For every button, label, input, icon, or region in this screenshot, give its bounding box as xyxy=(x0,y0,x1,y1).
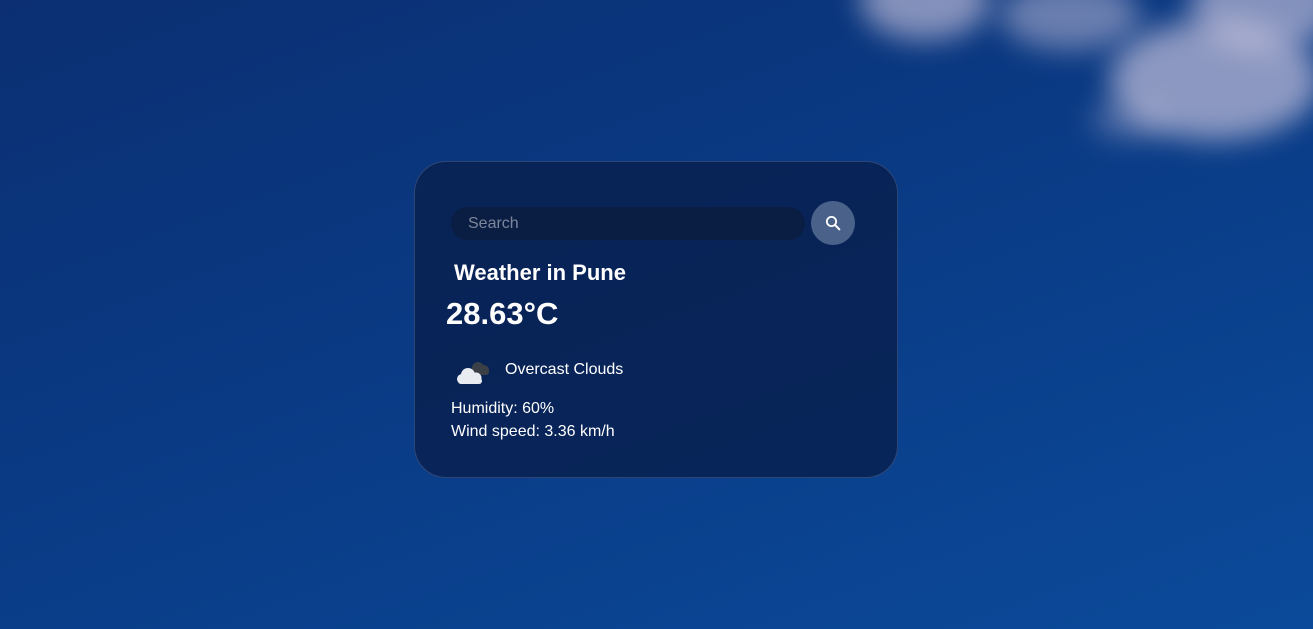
search-bar xyxy=(451,201,857,246)
sky-cloud xyxy=(860,0,990,40)
search-input[interactable] xyxy=(451,207,805,240)
weather-card: Weather in Pune 28.63°C Overcast Clouds … xyxy=(414,161,898,478)
city-title: Weather in Pune xyxy=(454,260,626,285)
humidity-text: Humidity: 60% xyxy=(451,400,555,417)
sky-cloud xyxy=(1090,100,1170,140)
wind-speed-text: Wind speed: 3.36 km/h xyxy=(451,423,615,440)
overcast-clouds-icon xyxy=(457,362,489,384)
weather-description: Overcast Clouds xyxy=(505,361,624,378)
search-button[interactable] xyxy=(811,201,855,245)
search-icon xyxy=(825,215,841,231)
sky-cloud xyxy=(1000,0,1140,50)
temperature: 28.63°C xyxy=(446,296,559,331)
